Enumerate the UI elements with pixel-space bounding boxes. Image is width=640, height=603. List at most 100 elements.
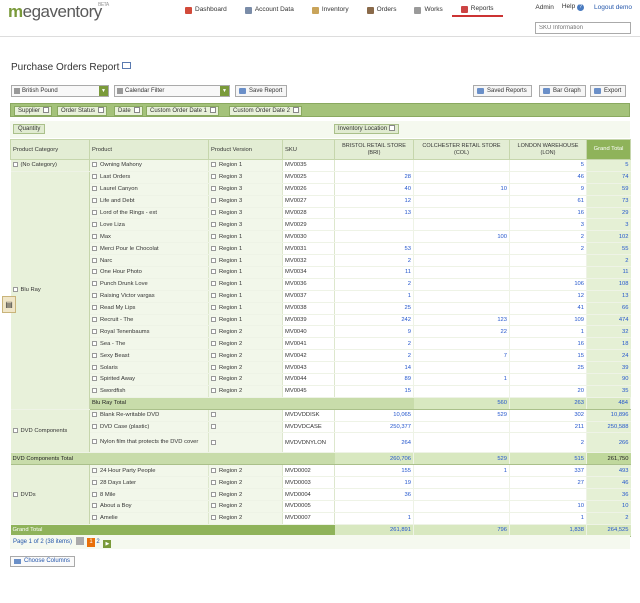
- filter-icon[interactable]: [43, 107, 50, 113]
- nav-dashboard[interactable]: Dashboard: [176, 3, 236, 17]
- expand-icon[interactable]: [92, 233, 97, 239]
- admin-link[interactable]: Admin: [535, 4, 553, 11]
- expand-icon[interactable]: [211, 328, 216, 334]
- category-cell[interactable]: DVDs: [10, 464, 90, 525]
- version-cell[interactable]: Region 1: [208, 302, 283, 315]
- category-cell[interactable]: Blu Ray: [10, 171, 90, 410]
- expand-icon[interactable]: [92, 467, 97, 473]
- version-cell[interactable]: Region 2: [208, 488, 283, 502]
- product-cell[interactable]: Swordfish: [89, 385, 209, 398]
- expand-icon[interactable]: [211, 479, 216, 485]
- expand-icon[interactable]: [211, 439, 216, 445]
- search-input[interactable]: [535, 22, 631, 34]
- expand-icon[interactable]: [92, 281, 97, 287]
- version-cell[interactable]: [208, 421, 283, 434]
- version-cell[interactable]: Region 1: [208, 290, 283, 303]
- product-cell[interactable]: Owning Mahony: [89, 159, 209, 172]
- expand-icon[interactable]: [12, 491, 18, 497]
- expand-icon[interactable]: [211, 281, 216, 287]
- expand-icon[interactable]: [211, 376, 216, 382]
- col-product[interactable]: Product: [89, 139, 209, 160]
- version-cell[interactable]: Region 1: [208, 266, 283, 279]
- product-cell[interactable]: Recruit - The: [89, 314, 209, 327]
- product-cell[interactable]: Amelie: [89, 512, 209, 525]
- nav-inventory[interactable]: Inventory: [303, 3, 358, 17]
- filter-supplier[interactable]: Supplier: [14, 106, 53, 116]
- product-cell[interactable]: One Hour Photo: [89, 266, 209, 279]
- filter-order-status[interactable]: Order Status: [57, 106, 108, 116]
- version-cell[interactable]: Region 1: [208, 230, 283, 244]
- expand-icon[interactable]: [92, 221, 97, 227]
- version-cell[interactable]: Region 3: [208, 195, 283, 208]
- product-cell[interactable]: Narc: [89, 254, 209, 268]
- nav-account-data[interactable]: Account Data: [236, 3, 303, 17]
- expand-icon[interactable]: [92, 479, 97, 485]
- expand-icon[interactable]: [92, 174, 97, 180]
- report-info-icon[interactable]: [122, 62, 132, 69]
- product-cell[interactable]: Solaris: [89, 361, 209, 375]
- version-cell[interactable]: Region 2: [208, 337, 283, 351]
- expand-icon[interactable]: [92, 364, 97, 370]
- saved-reports-button[interactable]: Saved Reports: [473, 85, 532, 97]
- expand-icon[interactable]: [211, 198, 216, 204]
- product-cell[interactable]: Sea - The: [89, 337, 209, 351]
- version-cell[interactable]: Region 2: [208, 512, 283, 525]
- filter-icon[interactable]: [388, 125, 395, 131]
- expand-icon[interactable]: [211, 174, 216, 180]
- expand-icon[interactable]: [211, 257, 216, 263]
- version-cell[interactable]: Region 3: [208, 207, 283, 220]
- save-report-button[interactable]: Save Report: [235, 85, 288, 97]
- product-cell[interactable]: About a Boy: [89, 500, 209, 513]
- inventory-location-field[interactable]: Inventory Location: [334, 124, 399, 134]
- version-cell[interactable]: Region 2: [208, 385, 283, 398]
- expand-icon[interactable]: [92, 424, 97, 430]
- expand-icon[interactable]: [211, 186, 216, 192]
- filter-icon[interactable]: [210, 107, 217, 113]
- col-product-version[interactable]: Product Version: [208, 139, 283, 160]
- expand-icon[interactable]: [92, 439, 97, 445]
- expand-icon[interactable]: [211, 388, 216, 394]
- product-cell[interactable]: Lord of the Rings - ext: [89, 207, 209, 220]
- expand-icon[interactable]: [211, 245, 216, 251]
- bar-graph-button[interactable]: Bar Graph: [539, 85, 586, 97]
- version-cell[interactable]: Region 2: [208, 500, 283, 513]
- version-cell[interactable]: Region 1: [208, 242, 283, 256]
- expand-icon[interactable]: [92, 515, 97, 521]
- page-1-button[interactable]: 1: [87, 538, 95, 547]
- version-cell[interactable]: Region 2: [208, 476, 283, 490]
- version-cell[interactable]: Region 2: [208, 361, 283, 375]
- expand-icon[interactable]: [211, 233, 216, 239]
- expand-icon[interactable]: [92, 328, 97, 334]
- filter-icon[interactable]: [133, 107, 140, 113]
- product-cell[interactable]: 28 Days Later: [89, 476, 209, 490]
- nav-works[interactable]: Works: [405, 3, 451, 17]
- product-cell[interactable]: 24 Hour Party People: [89, 464, 209, 478]
- version-cell[interactable]: Region 3: [208, 171, 283, 184]
- col-london[interactable]: LONDON WAREHOUSE (LON): [509, 139, 587, 160]
- expand-icon[interactable]: [92, 352, 97, 358]
- currency-select[interactable]: British Pound ▼: [11, 85, 109, 97]
- logout-link[interactable]: Logout demo: [594, 4, 632, 11]
- version-cell[interactable]: Region 3: [208, 183, 283, 196]
- version-cell[interactable]: Region 2: [208, 325, 283, 339]
- expand-icon[interactable]: [92, 245, 97, 251]
- expand-icon[interactable]: [211, 491, 216, 497]
- version-cell[interactable]: Region 2: [208, 464, 283, 478]
- product-cell[interactable]: Merci Pour le Chocolat: [89, 242, 209, 256]
- filter-icon[interactable]: [293, 107, 300, 113]
- expand-icon[interactable]: [211, 412, 216, 418]
- filter-custom-date-2[interactable]: Custom Order Date 2: [229, 106, 303, 116]
- expand-icon[interactable]: [92, 503, 97, 509]
- expand-icon[interactable]: [92, 210, 97, 215]
- expand-icon[interactable]: [92, 257, 97, 263]
- next-page-icon[interactable]: ▶: [103, 540, 112, 548]
- expand-icon[interactable]: [92, 293, 97, 299]
- product-cell[interactable]: Max: [89, 230, 209, 244]
- product-cell[interactable]: Love Liza: [89, 218, 209, 232]
- expand-icon[interactable]: [211, 503, 216, 509]
- version-cell[interactable]: Region 2: [208, 373, 283, 386]
- category-cell[interactable]: (No Category): [10, 159, 90, 172]
- expand-icon[interactable]: [211, 305, 216, 311]
- expand-icon[interactable]: [211, 221, 216, 227]
- expand-icon[interactable]: [211, 340, 216, 346]
